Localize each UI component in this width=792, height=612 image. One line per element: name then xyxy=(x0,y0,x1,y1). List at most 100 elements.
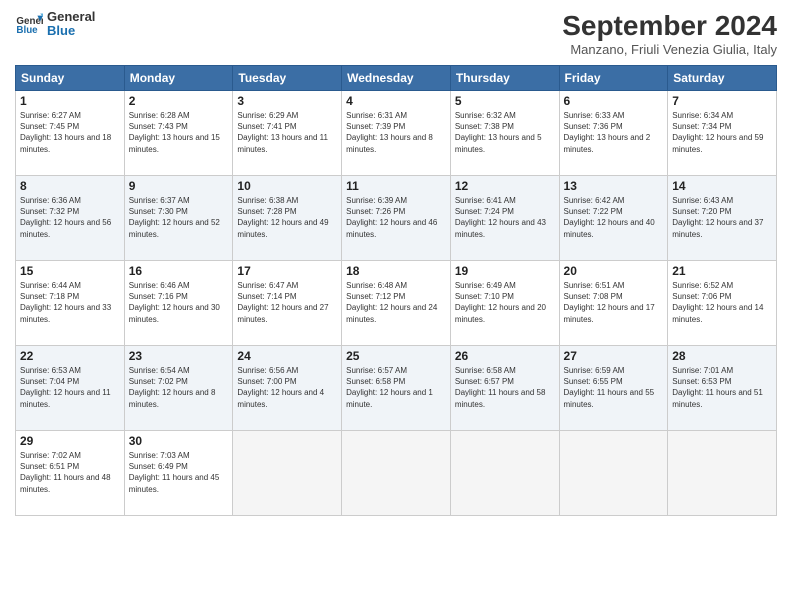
calendar-table: Sunday Monday Tuesday Wednesday Thursday… xyxy=(15,65,777,516)
day-number-18: 18 xyxy=(346,264,446,278)
col-sunday: Sunday xyxy=(16,66,125,91)
logo-text: General Blue xyxy=(47,10,95,39)
day-number-1: 1 xyxy=(20,94,120,108)
day-cell-12: 12 Sunrise: 6:41 AM Sunset: 7:24 PM Dayl… xyxy=(450,176,559,261)
day-number-23: 23 xyxy=(129,349,229,363)
day-cell-9: 9 Sunrise: 6:37 AM Sunset: 7:30 PM Dayli… xyxy=(124,176,233,261)
day-cell-28: 28 Sunrise: 7:01 AM Sunset: 6:53 PM Dayl… xyxy=(668,346,777,431)
day-info-25: Sunrise: 6:57 AM Sunset: 6:58 PM Dayligh… xyxy=(346,365,446,410)
day-info-15: Sunrise: 6:44 AM Sunset: 7:18 PM Dayligh… xyxy=(20,280,120,325)
week-row-2: 8 Sunrise: 6:36 AM Sunset: 7:32 PM Dayli… xyxy=(16,176,777,261)
logo: General Blue General Blue xyxy=(15,10,95,39)
day-info-28: Sunrise: 7:01 AM Sunset: 6:53 PM Dayligh… xyxy=(672,365,772,410)
day-info-27: Sunrise: 6:59 AM Sunset: 6:55 PM Dayligh… xyxy=(564,365,664,410)
day-info-17: Sunrise: 6:47 AM Sunset: 7:14 PM Dayligh… xyxy=(237,280,337,325)
day-number-8: 8 xyxy=(20,179,120,193)
col-wednesday: Wednesday xyxy=(342,66,451,91)
empty-cell xyxy=(559,431,668,516)
col-friday: Friday xyxy=(559,66,668,91)
week-row-5: 29 Sunrise: 7:02 AM Sunset: 6:51 PM Dayl… xyxy=(16,431,777,516)
day-info-19: Sunrise: 6:49 AM Sunset: 7:10 PM Dayligh… xyxy=(455,280,555,325)
day-number-12: 12 xyxy=(455,179,555,193)
day-number-7: 7 xyxy=(672,94,772,108)
col-saturday: Saturday xyxy=(668,66,777,91)
day-number-2: 2 xyxy=(129,94,229,108)
day-info-7: Sunrise: 6:34 AM Sunset: 7:34 PM Dayligh… xyxy=(672,110,772,155)
day-number-13: 13 xyxy=(564,179,664,193)
week-row-1: 1 Sunrise: 6:27 AM Sunset: 7:45 PM Dayli… xyxy=(16,91,777,176)
day-info-11: Sunrise: 6:39 AM Sunset: 7:26 PM Dayligh… xyxy=(346,195,446,240)
day-info-10: Sunrise: 6:38 AM Sunset: 7:28 PM Dayligh… xyxy=(237,195,337,240)
day-info-18: Sunrise: 6:48 AM Sunset: 7:12 PM Dayligh… xyxy=(346,280,446,325)
day-number-3: 3 xyxy=(237,94,337,108)
day-number-27: 27 xyxy=(564,349,664,363)
day-cell-17: 17 Sunrise: 6:47 AM Sunset: 7:14 PM Dayl… xyxy=(233,261,342,346)
day-cell-6: 6 Sunrise: 6:33 AM Sunset: 7:36 PM Dayli… xyxy=(559,91,668,176)
title-area: September 2024 Manzano, Friuli Venezia G… xyxy=(562,10,777,57)
day-number-25: 25 xyxy=(346,349,446,363)
day-cell-3: 3 Sunrise: 6:29 AM Sunset: 7:41 PM Dayli… xyxy=(233,91,342,176)
day-number-22: 22 xyxy=(20,349,120,363)
day-info-12: Sunrise: 6:41 AM Sunset: 7:24 PM Dayligh… xyxy=(455,195,555,240)
day-info-3: Sunrise: 6:29 AM Sunset: 7:41 PM Dayligh… xyxy=(237,110,337,155)
header: General Blue General Blue September 2024… xyxy=(15,10,777,57)
day-number-19: 19 xyxy=(455,264,555,278)
day-number-9: 9 xyxy=(129,179,229,193)
day-cell-20: 20 Sunrise: 6:51 AM Sunset: 7:08 PM Dayl… xyxy=(559,261,668,346)
day-cell-1: 1 Sunrise: 6:27 AM Sunset: 7:45 PM Dayli… xyxy=(16,91,125,176)
logo-icon: General Blue xyxy=(15,10,43,38)
day-info-6: Sunrise: 6:33 AM Sunset: 7:36 PM Dayligh… xyxy=(564,110,664,155)
day-number-24: 24 xyxy=(237,349,337,363)
day-cell-4: 4 Sunrise: 6:31 AM Sunset: 7:39 PM Dayli… xyxy=(342,91,451,176)
calendar-header-row: Sunday Monday Tuesday Wednesday Thursday… xyxy=(16,66,777,91)
day-cell-19: 19 Sunrise: 6:49 AM Sunset: 7:10 PM Dayl… xyxy=(450,261,559,346)
day-number-14: 14 xyxy=(672,179,772,193)
day-number-26: 26 xyxy=(455,349,555,363)
month-title: September 2024 xyxy=(562,10,777,42)
day-number-11: 11 xyxy=(346,179,446,193)
day-info-24: Sunrise: 6:56 AM Sunset: 7:00 PM Dayligh… xyxy=(237,365,337,410)
day-cell-15: 15 Sunrise: 6:44 AM Sunset: 7:18 PM Dayl… xyxy=(16,261,125,346)
day-info-30: Sunrise: 7:03 AM Sunset: 6:49 PM Dayligh… xyxy=(129,450,229,495)
day-cell-13: 13 Sunrise: 6:42 AM Sunset: 7:22 PM Dayl… xyxy=(559,176,668,261)
day-number-5: 5 xyxy=(455,94,555,108)
day-number-6: 6 xyxy=(564,94,664,108)
week-row-4: 22 Sunrise: 6:53 AM Sunset: 7:04 PM Dayl… xyxy=(16,346,777,431)
day-cell-25: 25 Sunrise: 6:57 AM Sunset: 6:58 PM Dayl… xyxy=(342,346,451,431)
day-cell-2: 2 Sunrise: 6:28 AM Sunset: 7:43 PM Dayli… xyxy=(124,91,233,176)
day-cell-21: 21 Sunrise: 6:52 AM Sunset: 7:06 PM Dayl… xyxy=(668,261,777,346)
day-cell-16: 16 Sunrise: 6:46 AM Sunset: 7:16 PM Dayl… xyxy=(124,261,233,346)
day-cell-14: 14 Sunrise: 6:43 AM Sunset: 7:20 PM Dayl… xyxy=(668,176,777,261)
col-thursday: Thursday xyxy=(450,66,559,91)
week-row-3: 15 Sunrise: 6:44 AM Sunset: 7:18 PM Dayl… xyxy=(16,261,777,346)
day-cell-18: 18 Sunrise: 6:48 AM Sunset: 7:12 PM Dayl… xyxy=(342,261,451,346)
day-cell-7: 7 Sunrise: 6:34 AM Sunset: 7:34 PM Dayli… xyxy=(668,91,777,176)
day-info-2: Sunrise: 6:28 AM Sunset: 7:43 PM Dayligh… xyxy=(129,110,229,155)
logo-blue-text: Blue xyxy=(47,24,95,38)
day-cell-24: 24 Sunrise: 6:56 AM Sunset: 7:00 PM Dayl… xyxy=(233,346,342,431)
day-info-26: Sunrise: 6:58 AM Sunset: 6:57 PM Dayligh… xyxy=(455,365,555,410)
day-cell-8: 8 Sunrise: 6:36 AM Sunset: 7:32 PM Dayli… xyxy=(16,176,125,261)
day-cell-26: 26 Sunrise: 6:58 AM Sunset: 6:57 PM Dayl… xyxy=(450,346,559,431)
day-number-16: 16 xyxy=(129,264,229,278)
day-info-21: Sunrise: 6:52 AM Sunset: 7:06 PM Dayligh… xyxy=(672,280,772,325)
empty-cell xyxy=(233,431,342,516)
col-monday: Monday xyxy=(124,66,233,91)
day-cell-30: 30 Sunrise: 7:03 AM Sunset: 6:49 PM Dayl… xyxy=(124,431,233,516)
day-info-4: Sunrise: 6:31 AM Sunset: 7:39 PM Dayligh… xyxy=(346,110,446,155)
day-info-22: Sunrise: 6:53 AM Sunset: 7:04 PM Dayligh… xyxy=(20,365,120,410)
day-cell-27: 27 Sunrise: 6:59 AM Sunset: 6:55 PM Dayl… xyxy=(559,346,668,431)
day-cell-29: 29 Sunrise: 7:02 AM Sunset: 6:51 PM Dayl… xyxy=(16,431,125,516)
day-info-5: Sunrise: 6:32 AM Sunset: 7:38 PM Dayligh… xyxy=(455,110,555,155)
day-number-30: 30 xyxy=(129,434,229,448)
day-info-16: Sunrise: 6:46 AM Sunset: 7:16 PM Dayligh… xyxy=(129,280,229,325)
day-number-29: 29 xyxy=(20,434,120,448)
day-cell-23: 23 Sunrise: 6:54 AM Sunset: 7:02 PM Dayl… xyxy=(124,346,233,431)
empty-cell xyxy=(450,431,559,516)
day-number-28: 28 xyxy=(672,349,772,363)
day-info-1: Sunrise: 6:27 AM Sunset: 7:45 PM Dayligh… xyxy=(20,110,120,155)
day-cell-5: 5 Sunrise: 6:32 AM Sunset: 7:38 PM Dayli… xyxy=(450,91,559,176)
day-cell-10: 10 Sunrise: 6:38 AM Sunset: 7:28 PM Dayl… xyxy=(233,176,342,261)
day-info-20: Sunrise: 6:51 AM Sunset: 7:08 PM Dayligh… xyxy=(564,280,664,325)
day-number-15: 15 xyxy=(20,264,120,278)
